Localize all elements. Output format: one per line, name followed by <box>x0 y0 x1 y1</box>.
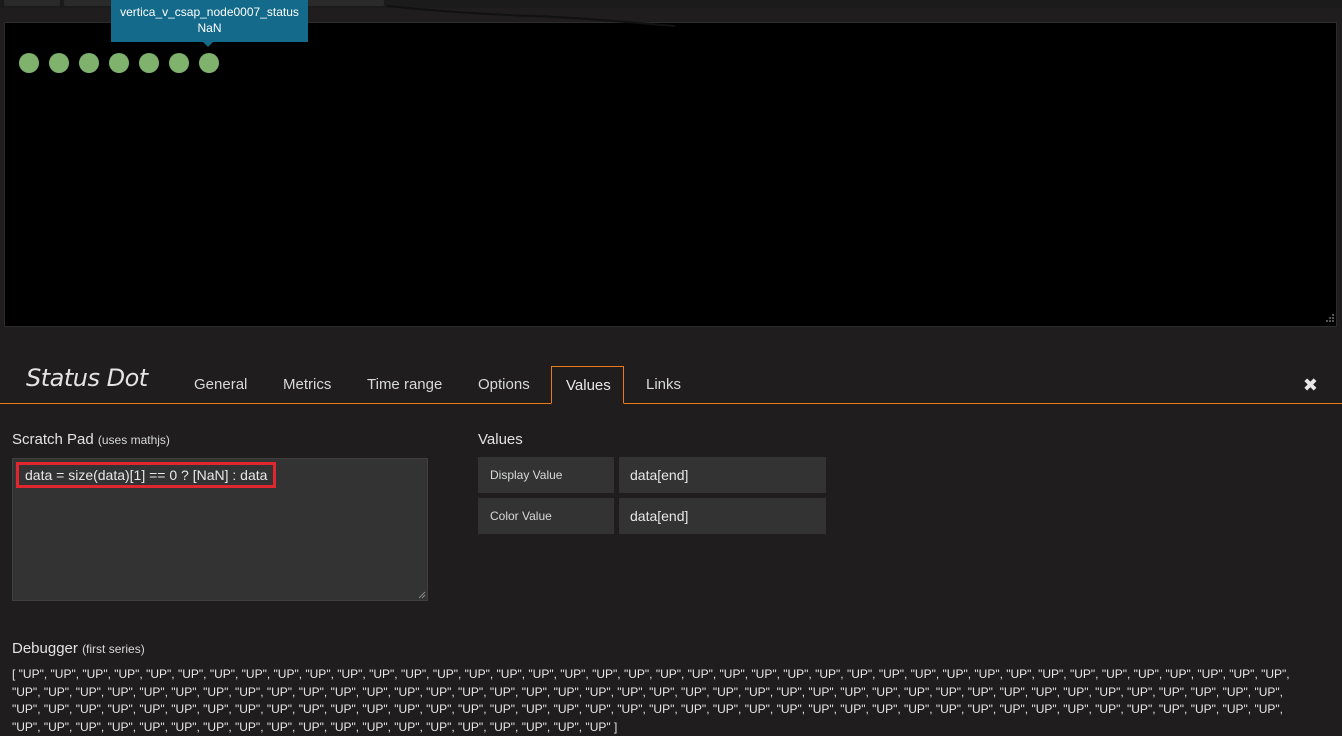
status-dot[interactable] <box>19 53 39 73</box>
status-dot[interactable] <box>169 53 189 73</box>
debugger-title: Debugger <box>12 640 78 657</box>
resize-grip-icon[interactable] <box>1324 314 1334 324</box>
scratch-pad-note: (uses mathjs) <box>97 433 170 447</box>
toolbar-segment[interactable] <box>4 0 60 6</box>
tab-general[interactable]: General <box>179 366 262 403</box>
scratch-pad-heading: Scratch Pad (uses mathjs) <box>12 431 170 448</box>
tab-time-range[interactable]: Time range <box>352 366 457 403</box>
display-value-label: Display Value <box>478 457 614 493</box>
scratch-pad-code: data = size(data)[1] == 0 ? [NaN] : data <box>16 462 277 488</box>
color-value-input[interactable]: data[end] <box>619 498 826 534</box>
values-heading: Values <box>478 431 523 448</box>
debugger-output: [ "UP", "UP", "UP", "UP", "UP", "UP", "U… <box>12 667 1290 734</box>
debugger-note: (first series) <box>82 642 145 656</box>
status-dot-panel <box>4 22 1337 327</box>
panel-editor-header: Status Dot General Metrics Time range Op… <box>0 340 1342 404</box>
debugger-heading: Debugger (first series) <box>12 640 145 657</box>
panel-type-title: Status Dot <box>26 364 148 392</box>
status-dot[interactable] <box>49 53 69 73</box>
scratch-pad-textarea[interactable]: data = size(data)[1] == 0 ? [NaN] : data <box>12 458 428 601</box>
tab-values[interactable]: Values <box>551 366 624 404</box>
series-tooltip: vertica_v_csap_node0007_status NaN <box>111 0 308 47</box>
tooltip-series-name: vertica_v_csap_node0007_status <box>120 5 299 19</box>
tab-options[interactable]: Options <box>463 366 545 403</box>
scratch-pad-title: Scratch Pad <box>12 431 94 448</box>
status-dot[interactable] <box>199 53 219 73</box>
status-dot[interactable] <box>139 53 159 73</box>
tooltip-value: NaN <box>197 21 222 35</box>
color-value-label: Color Value <box>478 498 614 534</box>
display-value-input[interactable]: data[end] <box>619 457 826 493</box>
status-dot[interactable] <box>109 53 129 73</box>
status-dot[interactable] <box>79 53 99 73</box>
tab-links[interactable]: Links <box>631 366 696 403</box>
textarea-resize-icon[interactable] <box>418 591 426 599</box>
tab-metrics[interactable]: Metrics <box>268 366 346 403</box>
pen-scribble <box>386 5 676 27</box>
close-icon[interactable]: ✖ <box>1303 375 1318 396</box>
